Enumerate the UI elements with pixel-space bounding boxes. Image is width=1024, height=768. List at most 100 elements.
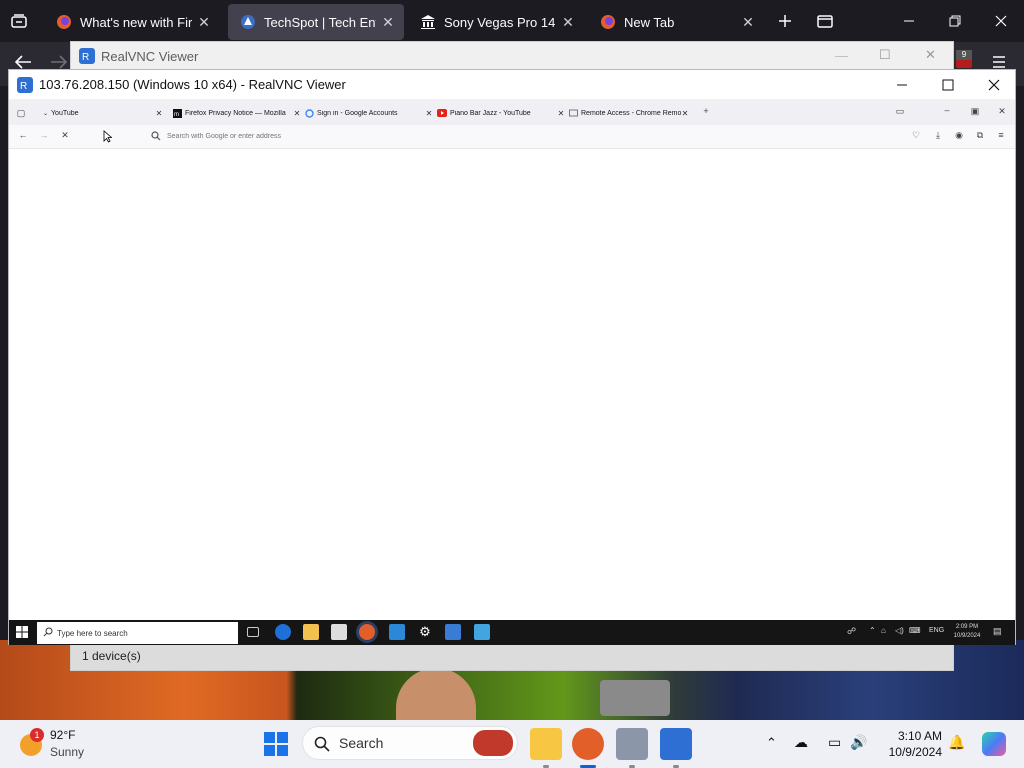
host-tab[interactable]: Sony Vegas Pro 14.0 Build ✕	[408, 4, 584, 40]
remote-page-content[interactable]	[9, 150, 1015, 620]
host-clock[interactable]: 3:10 AM 10/9/2024	[884, 728, 942, 760]
list-all-tabs-icon[interactable]	[810, 8, 840, 34]
vnc-viewer-title: 103.76.208.150 (Windows 10 x64) - RealVN…	[39, 77, 346, 92]
realvnc-logo-icon: R	[79, 48, 95, 64]
remote-tab-bar: ▢ ⌄ YouTube ✕ m Firefox Privacy Notice —…	[9, 99, 1015, 125]
forward-arrow-icon[interactable]: →	[39, 130, 49, 140]
remote-desktop-view[interactable]: ▢ ⌄ YouTube ✕ m Firefox Privacy Notice —…	[9, 99, 1015, 645]
svg-text:R: R	[20, 81, 27, 92]
search-icon	[314, 736, 330, 752]
mozilla-icon: m	[173, 108, 182, 118]
minimize-icon[interactable]	[894, 8, 924, 34]
close-icon[interactable]: ✕	[425, 109, 433, 118]
close-icon[interactable]: ✕	[742, 14, 754, 31]
tab-overview-icon[interactable]	[4, 8, 34, 34]
remote-tab[interactable]: Piano Bar Jazz - YouTube ✕	[437, 104, 565, 122]
menu-icon[interactable]	[992, 56, 1006, 68]
new-tab-icon[interactable]	[770, 8, 800, 34]
chevron-up-icon[interactable]: ⌃	[766, 735, 777, 751]
windows-start-icon[interactable]	[16, 626, 28, 638]
remote-clock[interactable]: 2:09 PM 10/9/2024	[951, 623, 983, 641]
chrome-remote-icon	[569, 109, 578, 118]
stop-loading-icon[interactable]: ✕	[60, 130, 70, 141]
restore-icon[interactable]	[940, 8, 970, 34]
firefox-icon[interactable]	[572, 728, 604, 760]
person-photo	[396, 668, 476, 720]
chevron-down-icon: ⌄	[43, 110, 49, 117]
pocket-icon[interactable]: ♡	[911, 130, 921, 141]
edge-icon[interactable]	[275, 624, 291, 640]
minimize-icon[interactable]: —	[835, 48, 848, 63]
firefox-icon	[600, 14, 616, 30]
host-tab[interactable]: New Tab ✕	[588, 4, 764, 40]
chevron-up-icon[interactable]: ⌃	[869, 626, 876, 635]
close-window-icon[interactable]	[986, 8, 1016, 34]
new-tab-icon[interactable]: +	[701, 106, 711, 116]
remote-tab[interactable]: m Firefox Privacy Notice — Mozilla ✕	[173, 104, 301, 122]
task-view-icon[interactable]	[247, 627, 259, 637]
file-explorer-icon[interactable]	[530, 728, 562, 760]
realvnc-viewer-icon[interactable]	[660, 728, 692, 760]
people-icon[interactable]: ☍	[847, 626, 856, 637]
notification-bell-icon[interactable]: 🔔	[948, 734, 965, 751]
cloud-offline-icon[interactable]: ☁	[794, 734, 808, 751]
volume-icon[interactable]: ◁)	[895, 626, 904, 635]
host-tab-bar: What's new with Firefox ✕ TechSpot | Tec…	[0, 0, 1024, 42]
close-icon[interactable]: ✕	[382, 14, 394, 31]
remote-tab[interactable]: Remote Access - Chrome Remote ✕	[569, 104, 689, 122]
notification-icon[interactable]: ▤	[993, 626, 1002, 637]
taskbar-search-box[interactable]: Search	[302, 726, 518, 760]
minimize-icon[interactable]: –	[942, 105, 952, 115]
close-icon[interactable]: ✕	[681, 109, 689, 118]
keyboard-icon[interactable]: ⌨	[909, 626, 921, 635]
account-icon[interactable]: ◉	[954, 130, 964, 141]
close-icon[interactable]: ✕	[155, 109, 163, 118]
mail-icon[interactable]	[389, 624, 405, 640]
firefox-icon[interactable]	[359, 624, 375, 640]
back-arrow-icon[interactable]: ←	[18, 130, 28, 140]
close-icon[interactable]: ✕	[293, 109, 301, 118]
close-icon[interactable]: ✕	[557, 109, 565, 118]
extensions-icon[interactable]: ⧉	[975, 130, 985, 141]
download-icon[interactable]: ⤓	[933, 130, 943, 141]
remote-search-box[interactable]: Type here to search	[37, 622, 238, 644]
vnc-server-icon[interactable]	[616, 728, 648, 760]
weather-widget[interactable]: 1 92°F Sunny	[18, 728, 118, 762]
store-icon[interactable]	[331, 624, 347, 640]
remote-app-icon[interactable]	[474, 624, 490, 640]
forward-arrow-icon[interactable]	[50, 54, 68, 70]
copilot-icon[interactable]	[982, 732, 1006, 756]
windows-start-icon[interactable]	[264, 732, 288, 756]
close-window-icon[interactable]	[971, 70, 1017, 99]
network-icon[interactable]: ⌂	[881, 626, 886, 635]
menu-icon[interactable]: ≡	[996, 130, 1006, 140]
host-tab[interactable]: What's new with Firefox ✕	[44, 4, 220, 40]
volume-icon[interactable]: 🔊	[850, 734, 867, 751]
search-icon	[151, 131, 161, 141]
ublock-icon[interactable]: 9	[956, 50, 972, 68]
svg-text:m: m	[174, 112, 179, 118]
close-icon[interactable]: ✕	[562, 14, 574, 31]
svg-text:R: R	[82, 52, 89, 63]
restore-icon[interactable]: ▣	[970, 106, 980, 117]
remote-address-bar[interactable]	[167, 129, 767, 143]
list-all-tabs-icon[interactable]: ▭	[895, 106, 905, 117]
host-tab-selected[interactable]: TechSpot | Tech Enthusiasts ✕	[228, 4, 404, 40]
close-window-icon[interactable]: ✕	[925, 47, 936, 63]
vnc-server-icon[interactable]	[445, 624, 461, 640]
settings-icon[interactable]: ⚙	[417, 624, 433, 640]
vnc-address-book-titlebar: R RealVNC Viewer — ☐ ✕	[71, 42, 953, 70]
back-arrow-icon[interactable]	[14, 54, 32, 70]
minimize-icon[interactable]	[879, 70, 925, 99]
remote-tab[interactable]: Sign in - Google Accounts ✕	[305, 104, 433, 122]
maximize-icon[interactable]	[925, 70, 971, 99]
display-icon[interactable]: ▭	[828, 734, 841, 751]
language-indicator[interactable]: ENG	[929, 627, 944, 634]
close-icon[interactable]: ✕	[198, 14, 210, 31]
tab-overview-icon[interactable]: ▢	[16, 108, 26, 119]
file-explorer-icon[interactable]	[303, 624, 319, 640]
weather-alert-badge: 1	[30, 728, 44, 742]
remote-tab[interactable]: ⌄ YouTube ✕	[43, 104, 163, 122]
close-window-icon[interactable]: ✕	[997, 106, 1007, 117]
maximize-icon[interactable]: ☐	[879, 47, 891, 63]
